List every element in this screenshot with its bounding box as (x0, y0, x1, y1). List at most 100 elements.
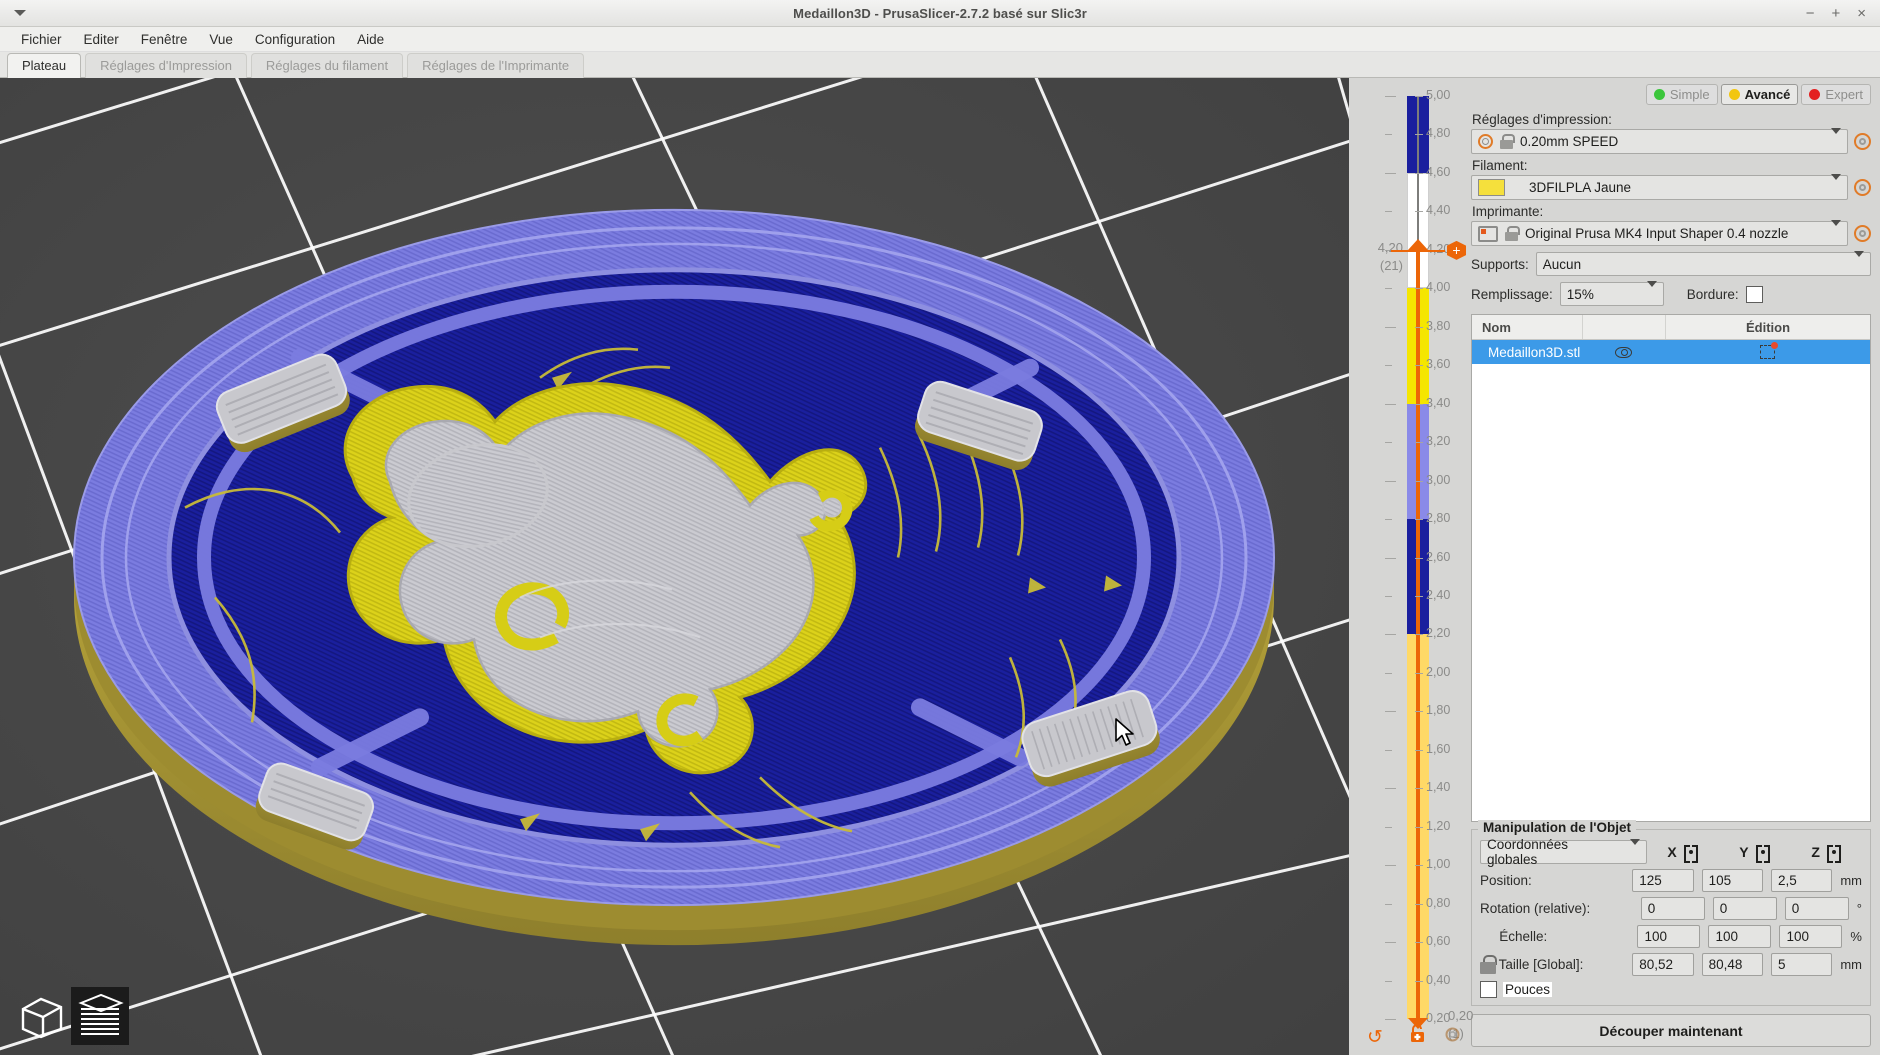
menu-item-editer[interactable]: Editer (73, 29, 130, 50)
print-settings-combo[interactable]: 0.20mm SPEED (1471, 128, 1848, 154)
mode-simple-label: Simple (1669, 87, 1710, 102)
inches-checkbox[interactable] (1480, 981, 1497, 998)
cog-icon[interactable] (1445, 1026, 1460, 1048)
layer-tick-label: 0,80 (1426, 895, 1451, 910)
chevron-down-icon[interactable] (1831, 174, 1841, 195)
object-visibility-cell[interactable] (1582, 346, 1665, 358)
size-row: Taille [Global]: 80,52 80,48 5 mm (1480, 953, 1862, 976)
menu-bar: Fichier Editer Fenêtre Vue Configuration… (0, 27, 1880, 52)
column-header-edition: Édition (1665, 315, 1870, 339)
scale-x-input[interactable]: 100 (1637, 925, 1701, 948)
mode-avance-button[interactable]: Avancé (1720, 84, 1799, 105)
maximize-button[interactable]: + (1831, 6, 1840, 21)
printer-combo[interactable]: Original Prusa MK4 Input Shaper 0.4 nozz… (1471, 220, 1848, 246)
layer-tick-label: 0,60 (1426, 934, 1451, 949)
close-button[interactable]: × (1857, 6, 1866, 21)
uniform-scale-lock-icon[interactable] (1480, 955, 1497, 974)
filament-row: 3DFILPLA Jaune (1471, 174, 1871, 200)
filament-color-swatch (1478, 179, 1505, 196)
object-name: Medaillon3D.stl (1488, 344, 1581, 360)
layer-slider[interactable]: 5,00 4,80 4,60 4,40 4,20 4,00 3,80 3,60 3,40 3,20… (1349, 78, 1474, 1055)
table-row[interactable]: Medaillon3D.stl (1472, 340, 1870, 364)
layer-tick-label: 4,00 (1426, 280, 1451, 295)
mode-expert-label: Expert (1825, 87, 1863, 102)
axis-label-y: Y (1739, 844, 1749, 860)
printer-row: Original Prusa MK4 Input Shaper 0.4 nozz… (1471, 220, 1871, 246)
axis-reset-icon[interactable] (1826, 845, 1841, 863)
chevron-down-icon[interactable] (1629, 838, 1640, 860)
unlock-icon[interactable] (1409, 1024, 1426, 1049)
scale-y-input[interactable]: 100 (1708, 925, 1772, 948)
chevron-down-icon[interactable] (1831, 128, 1841, 149)
rotation-y-input[interactable]: 0 (1712, 897, 1777, 920)
layer-tick-label: 2,60 (1426, 549, 1451, 564)
filament-combo[interactable]: 3DFILPLA Jaune (1471, 174, 1848, 200)
tab-reglages-imprimante[interactable]: Réglages de l'Imprimante (407, 53, 585, 78)
printer-value: Original Prusa MK4 Input Shaper 0.4 nozz… (1525, 226, 1789, 241)
infill-value: 15% (1566, 286, 1594, 302)
layers-preview-icon[interactable] (71, 987, 129, 1045)
layer-tick-label: 2,00 (1426, 664, 1451, 679)
brim-label: Bordure: (1686, 286, 1739, 302)
size-z-input[interactable]: 5 (1770, 953, 1833, 976)
scale-z-input[interactable]: 100 (1779, 925, 1843, 948)
layer-tick-label: 3,20 (1426, 434, 1451, 449)
coord-axes-row: Coordonnées globales X Y Z (1480, 837, 1862, 867)
inches-row: Pouces (1480, 981, 1862, 998)
tab-reglages-filament[interactable]: Réglages du filament (250, 53, 404, 78)
menu-item-vue[interactable]: Vue (198, 29, 244, 50)
layer-tick-label: 3,80 (1426, 318, 1451, 333)
rotation-z-input[interactable]: 0 (1784, 897, 1849, 920)
object-edit-cell[interactable] (1665, 342, 1870, 359)
revert-arrow-icon[interactable]: ↺ (1367, 1026, 1383, 1049)
filament-edit-cog-icon[interactable] (1854, 179, 1871, 196)
supports-value: Aucun (1542, 256, 1582, 272)
layer-tick-label: 3,60 (1426, 357, 1451, 372)
size-x-input[interactable]: 80,52 (1632, 953, 1694, 976)
chevron-down-icon[interactable] (1854, 250, 1864, 272)
axis-reset-icon[interactable] (1755, 845, 1770, 863)
layer-slider-track[interactable]: 5,00 4,80 4,60 4,40 4,20 4,00 3,80 3,60 3,40 3,20… (1378, 88, 1474, 1041)
axis-reset-icon[interactable] (1683, 845, 1698, 863)
mode-expert-button[interactable]: Expert (1801, 84, 1871, 105)
layer-current-index: (21) (1379, 257, 1403, 273)
print-settings-edit-cog-icon[interactable] (1854, 133, 1871, 150)
menu-item-aide[interactable]: Aide (346, 29, 395, 50)
cube-3d-icon[interactable] (13, 987, 71, 1045)
layer-tick-label: 4,20 (1426, 241, 1451, 256)
3d-viewport[interactable] (0, 78, 1349, 1055)
coordinate-system-combo[interactable]: Coordonnées globales (1480, 837, 1647, 867)
minimize-button[interactable]: − (1806, 6, 1815, 21)
slice-now-button[interactable]: Découper maintenant (1471, 1014, 1871, 1047)
printer-edit-cog-icon[interactable] (1854, 225, 1871, 242)
layer-tick: 5,00 (1385, 88, 1499, 102)
lock-icon (1505, 226, 1520, 241)
chevron-down-icon[interactable] (1831, 220, 1841, 241)
object-list[interactable]: Nom Édition Medaillon3D.stl (1471, 314, 1871, 822)
layer-slider-upper-handle[interactable] (1408, 238, 1428, 250)
layer-slider-tools: ↺ (1349, 1021, 1462, 1051)
layer-tick: 2,60 (1385, 550, 1499, 564)
axis-label-z: Z (1811, 844, 1820, 860)
layer-tick: 2,80 (1385, 511, 1499, 525)
menu-item-configuration[interactable]: Configuration (244, 29, 346, 50)
rotation-unit: ° (1856, 901, 1862, 916)
supports-row: Supports: Aucun (1471, 250, 1871, 276)
menu-item-fichier[interactable]: Fichier (10, 29, 73, 50)
brim-checkbox[interactable] (1745, 285, 1763, 303)
position-z-input[interactable]: 2,5 (1770, 869, 1833, 892)
mode-simple-button[interactable]: Simple (1645, 84, 1718, 105)
chevron-down-icon[interactable] (1646, 280, 1657, 302)
rotation-x-input[interactable]: 0 (1640, 897, 1705, 920)
eye-icon[interactable] (1615, 346, 1632, 358)
position-y-input[interactable]: 105 (1701, 869, 1763, 892)
tab-reglages-impression[interactable]: Réglages d'Impression (85, 53, 247, 78)
position-x-input[interactable]: 125 (1632, 869, 1694, 892)
menu-item-fenetre[interactable]: Fenêtre (130, 29, 199, 50)
edit-object-icon[interactable] (1760, 342, 1778, 359)
size-y-input[interactable]: 80,48 (1701, 953, 1763, 976)
supports-combo[interactable]: Aucun (1535, 250, 1871, 276)
tab-plateau[interactable]: Plateau (7, 53, 82, 78)
infill-combo[interactable]: 15% (1559, 280, 1664, 306)
mode-selector: Simple Avancé Expert (1471, 84, 1871, 105)
